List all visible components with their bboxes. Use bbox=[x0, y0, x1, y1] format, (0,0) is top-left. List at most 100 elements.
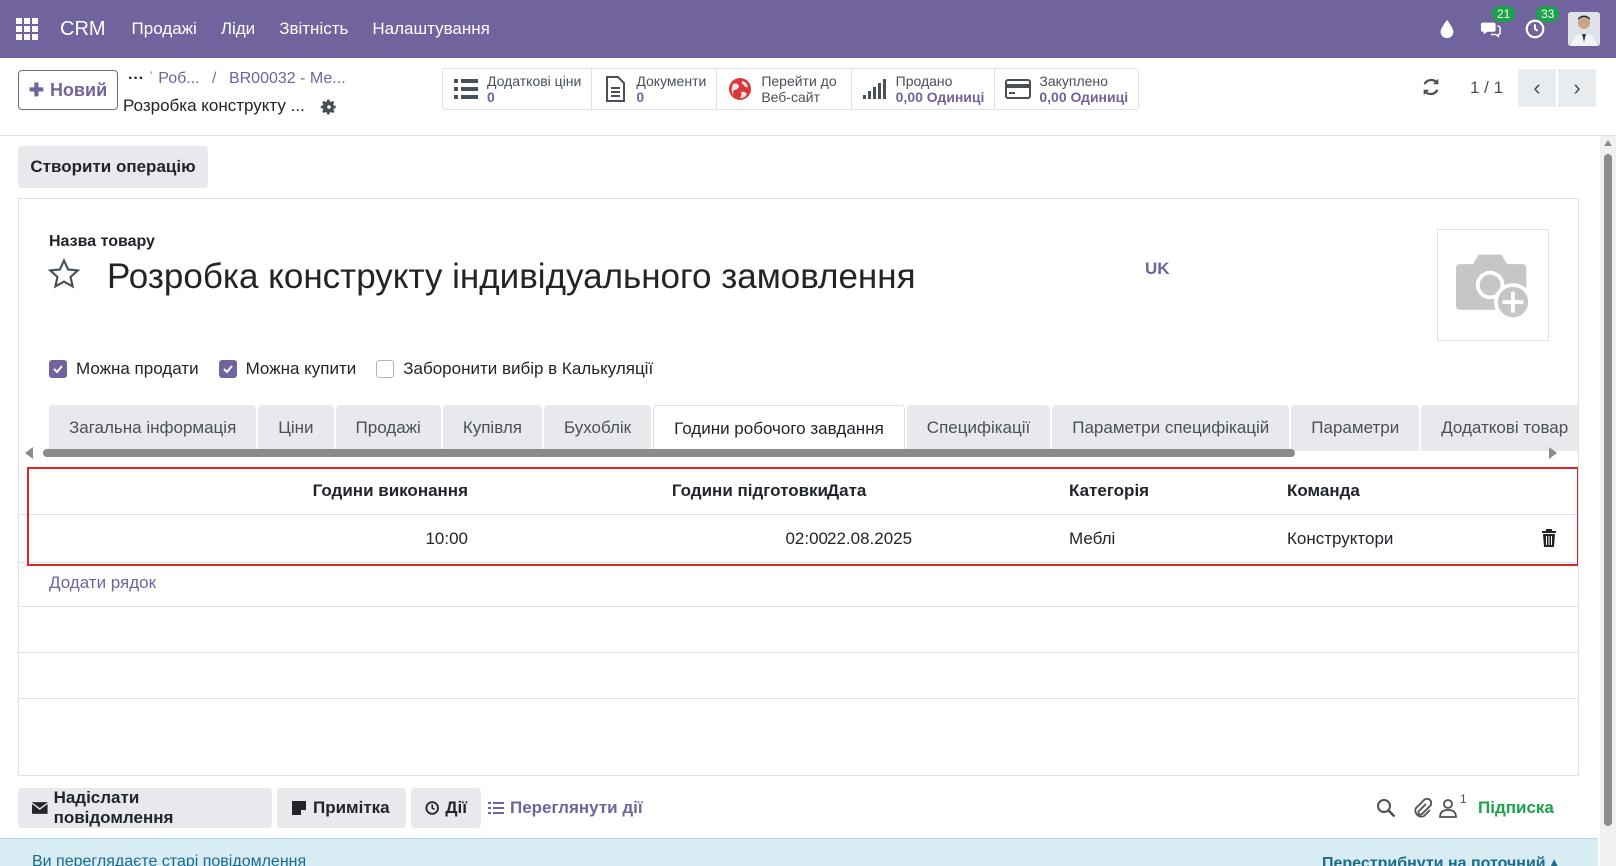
paperclip-icon[interactable] bbox=[1412, 798, 1432, 818]
product-image-upload[interactable] bbox=[1437, 229, 1549, 341]
view-activities-link[interactable]: Переглянути дії bbox=[488, 788, 643, 828]
jump-to-current-label: Перестрибнути на поточний bbox=[1322, 855, 1546, 866]
stat-title: Документи bbox=[636, 73, 707, 89]
menu-item-sales[interactable]: Продажі bbox=[132, 19, 197, 39]
caret-up-icon: ▴ bbox=[1550, 855, 1559, 866]
activities-label: Дії bbox=[445, 798, 467, 817]
send-message-button[interactable]: Надіслати повідомлення bbox=[18, 788, 272, 828]
list-icon bbox=[488, 802, 504, 814]
menu-item-settings[interactable]: Налаштування bbox=[372, 19, 490, 39]
stat-value: 0,00 Одиниці bbox=[1039, 89, 1129, 105]
pager-next-button[interactable]: › bbox=[1558, 69, 1596, 107]
stat-sold-button[interactable]: Продано 0,00 Одиниці bbox=[852, 69, 996, 109]
apps-menu-icon[interactable] bbox=[0, 0, 54, 58]
tab-specification-params[interactable]: Параметри специфікацій bbox=[1052, 405, 1290, 451]
log-note-button[interactable]: Примітка bbox=[277, 788, 406, 828]
pager-value[interactable]: 1 / 1 bbox=[1470, 78, 1503, 98]
page-vertical-scrollbar[interactable] bbox=[1600, 136, 1616, 866]
pager-previous-button[interactable]: ‹ bbox=[1518, 69, 1556, 107]
stat-title: Закуплено bbox=[1039, 73, 1108, 89]
breadcrumb-item-2[interactable]: BR00032 - Ме... bbox=[229, 70, 346, 87]
stat-purchased-button[interactable]: Закуплено 0,00 Одиниці bbox=[995, 69, 1138, 109]
stat-title: Додаткові ціни bbox=[487, 73, 582, 89]
create-operation-button[interactable]: Створити операцію bbox=[18, 146, 208, 188]
note-icon bbox=[292, 801, 306, 815]
followers-icon[interactable] bbox=[1438, 798, 1458, 818]
list-icon bbox=[454, 79, 478, 99]
messages-badge: 21 bbox=[1492, 6, 1516, 22]
document-icon bbox=[606, 76, 626, 102]
activities-button[interactable]: Дії bbox=[411, 788, 481, 828]
language-button[interactable]: UK bbox=[1145, 259, 1170, 279]
product-title-field[interactable]: Розробка конструкту індивідуального замо… bbox=[107, 257, 916, 297]
highlight-box bbox=[27, 467, 1578, 566]
tab-parameters[interactable]: Параметри bbox=[1291, 405, 1420, 451]
tab-additional-products[interactable]: Додаткові товар bbox=[1421, 405, 1578, 451]
empty-row bbox=[19, 561, 1578, 607]
chatter-toolbar: Надіслати повідомлення Примітка Дії Пере… bbox=[18, 788, 1579, 828]
empty-row bbox=[19, 607, 1578, 653]
activity-clock-icon[interactable]: 33 bbox=[1524, 6, 1560, 40]
envelope-icon bbox=[32, 802, 48, 814]
checkbox-label: Заборонити вибір в Калькуляції bbox=[403, 359, 654, 378]
breadcrumb-current: Розробка конструкту ... bbox=[123, 96, 305, 115]
jump-to-current-link[interactable]: Перестрибнути на поточний ▴ bbox=[1322, 853, 1558, 866]
view-activities-label: Переглянути дії bbox=[510, 798, 643, 817]
can-be-purchased-checkbox[interactable]: Можна купити bbox=[218, 359, 357, 379]
scroll-right-arrow[interactable] bbox=[1549, 447, 1557, 459]
stat-documents-button[interactable]: Документи 0 bbox=[592, 69, 718, 109]
tab-prices[interactable]: Ціни bbox=[258, 405, 334, 451]
subscribe-button[interactable]: Підписка bbox=[1478, 798, 1554, 818]
stat-value: 0,00 Одиниці bbox=[895, 89, 985, 105]
search-icon[interactable] bbox=[1376, 798, 1396, 818]
scroll-up-arrow[interactable] bbox=[1604, 140, 1612, 146]
refresh-icon[interactable] bbox=[1420, 76, 1442, 98]
tab-specifications[interactable]: Специфікації bbox=[906, 405, 1051, 451]
app-brand[interactable]: CRM bbox=[60, 18, 106, 41]
checkbox-label: Можна купити bbox=[245, 359, 357, 378]
can-be-sold-checkbox[interactable]: Можна продати bbox=[49, 359, 199, 379]
tab-sales[interactable]: Продажі bbox=[335, 405, 441, 451]
forbid-calculation-checkbox[interactable]: Заборонити вибір в Калькуляції bbox=[376, 359, 653, 379]
new-button-label: Новий bbox=[49, 79, 108, 100]
check-icon bbox=[49, 360, 67, 378]
checkbox-row: Можна продати Можна купити Заборонити ви… bbox=[49, 359, 673, 379]
camera-plus-icon bbox=[1455, 254, 1532, 322]
chevron-right-icon: › bbox=[1573, 75, 1581, 100]
signal-icon bbox=[862, 79, 886, 99]
breadcrumb-separator: / bbox=[212, 70, 217, 87]
check-icon bbox=[218, 360, 237, 378]
tab-accounting[interactable]: Бухоблік bbox=[543, 405, 652, 451]
note-label: Примітка bbox=[313, 798, 390, 817]
tab-work-hours[interactable]: Години робочого завдання bbox=[653, 405, 905, 451]
menu-item-leads[interactable]: Ліди bbox=[221, 19, 255, 39]
globe-icon bbox=[729, 78, 752, 100]
stat-value: 0 bbox=[487, 89, 495, 105]
stat-go-to-website-button[interactable]: Перейти до Веб-сайт bbox=[717, 69, 852, 109]
scroll-thumb[interactable] bbox=[43, 449, 1295, 457]
breadcrumb-more-icon[interactable]: ··· bbox=[128, 70, 144, 87]
plus-icon: ✚ bbox=[28, 79, 44, 100]
stat-title: Перейти до bbox=[761, 73, 837, 89]
drop-icon[interactable] bbox=[1436, 18, 1458, 40]
stat-value: 0 bbox=[636, 89, 645, 105]
new-record-button[interactable]: ✚ Новий bbox=[18, 70, 118, 110]
stat-extra-prices-button[interactable]: Додаткові ціни 0 bbox=[443, 69, 593, 109]
tab-purchase[interactable]: Купівля bbox=[442, 405, 542, 451]
messages-icon[interactable]: 21 bbox=[1480, 6, 1516, 40]
notebook-tabs: Загальна інформація Ціни Продажі Купівля… bbox=[49, 405, 1578, 451]
credit-card-icon bbox=[1005, 79, 1032, 99]
scroll-left-arrow[interactable] bbox=[25, 447, 33, 459]
tabs-horizontal-scrollbar[interactable] bbox=[25, 447, 1557, 459]
breadcrumb-item-1[interactable]: Роб... bbox=[158, 70, 199, 87]
chevron-left-icon: ‹ bbox=[1533, 75, 1541, 100]
checkbox-label: Можна продати bbox=[76, 359, 199, 378]
user-avatar[interactable] bbox=[1568, 12, 1600, 46]
gear-icon[interactable] bbox=[320, 98, 338, 116]
tab-general-info[interactable]: Загальна інформація bbox=[49, 405, 257, 451]
scroll-thumb[interactable] bbox=[1604, 154, 1612, 826]
form-sheet: Назва товару Розробка конструкту індивід… bbox=[18, 198, 1579, 776]
star-icon[interactable] bbox=[47, 257, 81, 291]
menu-item-reporting[interactable]: Звітність bbox=[279, 19, 348, 39]
stat-buttons: Додаткові ціни 0 Документи 0 Перейти до Веб… bbox=[442, 68, 1140, 110]
